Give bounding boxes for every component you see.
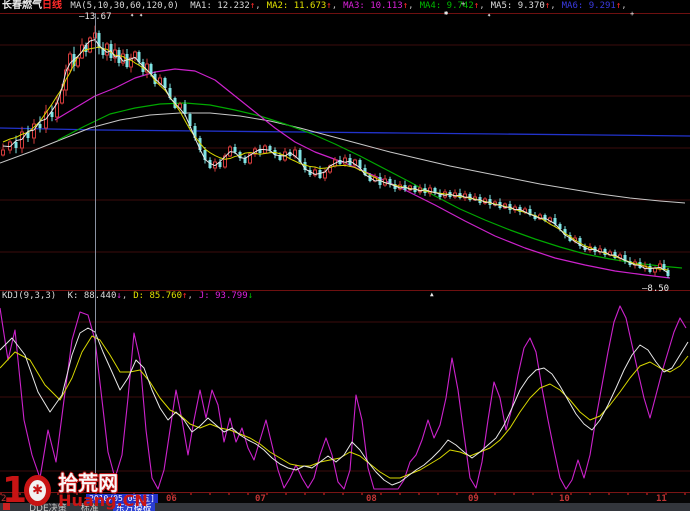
watermark-domain: Huang.CN [58,493,148,509]
triangle-marker: ▲ [430,290,434,299]
cursor-mark-icon: + [461,1,465,8]
kdj-header[interactable]: KDJ(9,3,3) K: 88.440↓, D: 85.760↑, J: 93.7… [2,291,690,303]
period-label[interactable]: 日线 [42,0,62,11]
kdj-value: D: 85.760↑, [133,291,193,301]
ma-values: MA1: 12.232↑, MA2: 11.673↑, MA3: 10.113↑, M… [184,1,626,11]
stock-name: 长春燃气 [2,0,42,11]
kdj-values: K: 88.440↓, D: 85.760↑, J: 93.799↓ [62,291,253,301]
kdj-value: K: 88.440↓, [68,291,128,301]
watermark: 1✱ 拾荒网 Huang.CN [2,473,148,509]
ma-value: MA4: 9.742↑, [420,1,485,11]
cursor-mark-icon: ✦ [139,12,143,19]
kdj-value: J: 93.799↓ [199,291,253,301]
ma-value: MA1: 12.232↑, [190,1,260,11]
high-price-marker: —13.67 [79,13,112,22]
kdj-chart[interactable] [0,303,690,492]
low-price-marker: —8.50 [642,285,669,294]
ma-value: MA6: 9.291↑, [562,1,627,11]
cursor-mark-icon: + [630,11,634,18]
ma-value: MA2: 11.673↑, [267,1,337,11]
watermark-site-name: 拾荒网 [58,473,148,493]
ma-value: MA3: 10.113↑, [343,1,413,11]
trading-app-window: { "header": { "title": "长春燃气", "period":… [0,0,690,511]
price-chart[interactable] [0,13,690,290]
crosshair-vertical-line [95,13,96,492]
watermark-gear-icon: ✱ [24,475,51,506]
cursor-mark-icon: ✦ [130,12,134,19]
ma-value: MA5: 9.370↑, [491,1,556,11]
ma-params: MA(5,10,30,60,120,0) [70,1,178,11]
watermark-numeral-one: 1 [2,470,25,511]
kdj-label: KDJ(9,3,3) [2,291,56,301]
cursor-mark-icon: ✱ [444,10,448,17]
cursor-mark-icon: ✦ [487,12,491,19]
